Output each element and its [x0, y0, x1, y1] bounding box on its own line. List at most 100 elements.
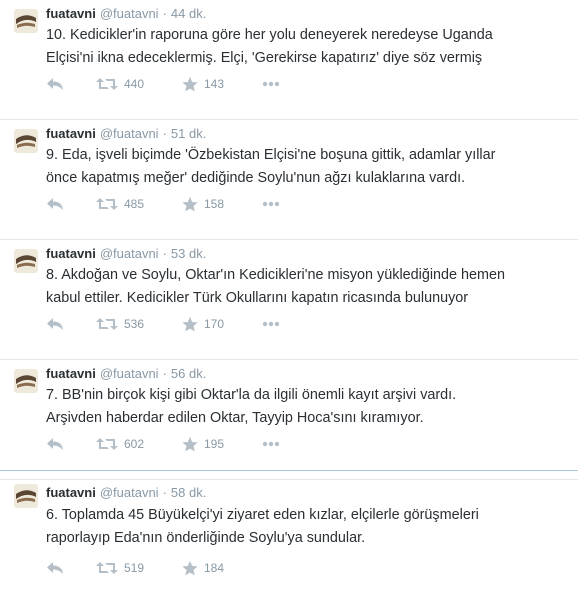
user-fullname[interactable]: fuatavni [46, 126, 96, 141]
reply-button[interactable] [46, 194, 64, 214]
reply-button[interactable] [46, 74, 64, 94]
retweet-count: 536 [124, 317, 145, 331]
tweet-text-line: 8. Akdoğan ve Soylu, Oktar'ın Kedicikler… [46, 267, 506, 283]
reply-icon [46, 437, 64, 451]
tweet-text: 8. Akdoğan ve Soylu, Oktar'ın Kedicikler… [46, 264, 566, 309]
tweet-actions: 519 184 [46, 558, 306, 578]
reply-button[interactable] [46, 558, 64, 578]
avatar[interactable] [14, 129, 38, 153]
more-button[interactable] [262, 194, 280, 214]
tweet-text-line: 9. Eda, işveli biçimde 'Özbekistan Elçis… [46, 147, 496, 163]
retweet-icon [96, 317, 118, 331]
retweet-count: 519 [124, 561, 145, 575]
tweet[interactable]: fuatavni @fuatavni · 51 dk. 9. Eda, işveli … [0, 120, 578, 240]
more-icon [262, 201, 280, 207]
reply-icon [46, 317, 64, 331]
timestamp[interactable]: 51 dk. [171, 126, 206, 141]
tweet[interactable]: fuatavni @fuatavni · 44 dk. 10. Kedicikler'… [0, 0, 578, 120]
timestamp[interactable]: 56 dk. [171, 366, 206, 381]
tweet-actions: 485 158 [46, 194, 306, 214]
more-icon [262, 81, 280, 87]
retweet-button[interactable]: 602 [96, 434, 144, 454]
favorite-count: 158 [204, 197, 225, 211]
separator: · [162, 126, 167, 141]
avatar[interactable] [14, 484, 38, 508]
reply-button[interactable] [46, 434, 64, 454]
tweet-header: fuatavni @fuatavni · 51 dk. [46, 126, 206, 142]
favorite-count: 184 [204, 561, 225, 575]
user-fullname[interactable]: fuatavni [46, 6, 96, 21]
tweet-header: fuatavni @fuatavni · 56 dk. [46, 366, 206, 382]
more-button[interactable] [262, 434, 280, 454]
favorite-count: 143 [204, 77, 225, 91]
favorite-count: 170 [204, 317, 225, 331]
retweet-button[interactable]: 485 [96, 194, 144, 214]
star-icon [182, 76, 198, 92]
favorite-button[interactable]: 158 [182, 194, 224, 214]
tweet-text: 7. BB'nin birçok kişi gibi Oktar'la da i… [46, 384, 566, 429]
reply-button[interactable] [46, 314, 64, 334]
tweet-text: 6. Toplamda 45 Büyükelçi'yi ziyaret eden… [46, 504, 566, 549]
tweet-text-line: Arşivden haberdar edilen Oktar, Tayyip H… [46, 409, 424, 426]
user-fullname[interactable]: fuatavni [46, 366, 96, 381]
more-button[interactable] [262, 74, 280, 94]
user-screen-name[interactable]: @fuatavni [100, 246, 159, 261]
avatar[interactable] [14, 249, 38, 273]
tweet-header: fuatavni @fuatavni · 58 dk. [46, 485, 206, 501]
favorite-count: 195 [204, 437, 225, 451]
retweet-icon [96, 197, 118, 211]
retweet-button[interactable]: 440 [96, 74, 144, 94]
separator: · [162, 246, 167, 261]
more-button[interactable] [262, 314, 280, 334]
tweet-actions: 536 170 [46, 314, 306, 334]
avatar[interactable] [14, 9, 38, 33]
retweet-count: 602 [124, 437, 145, 451]
favorite-button[interactable]: 143 [182, 74, 224, 94]
user-fullname[interactable]: fuatavni [46, 485, 96, 500]
more-icon [262, 441, 280, 447]
tweet-text-line: 7. BB'nin birçok kişi gibi Oktar'la da i… [46, 387, 457, 403]
user-screen-name[interactable]: @fuatavni [100, 126, 159, 141]
retweet-button[interactable]: 536 [96, 314, 144, 334]
tweet[interactable]: fuatavni @fuatavni · 53 dk. 8. Akdoğan ve S… [0, 240, 578, 360]
retweet-icon [96, 77, 118, 91]
separator: · [162, 366, 167, 381]
user-fullname[interactable]: fuatavni [46, 246, 96, 261]
tweet-text-line: raporlayıp Eda'nın önderliğinde Soylu'ya… [46, 529, 366, 546]
avatar[interactable] [14, 369, 38, 393]
separator: · [162, 6, 167, 21]
retweet-button[interactable]: 519 [96, 558, 144, 578]
star-icon [182, 436, 198, 452]
tweet-header: fuatavni @fuatavni · 53 dk. [46, 246, 206, 262]
tweet-text: 10. Kedicikler'in raporuna göre her yolu… [46, 24, 566, 69]
retweet-icon [96, 561, 118, 575]
retweet-count: 485 [124, 197, 145, 211]
timestamp[interactable]: 44 dk. [171, 6, 206, 21]
timestamp[interactable]: 58 dk. [171, 485, 206, 500]
user-screen-name[interactable]: @fuatavni [100, 485, 159, 500]
favorite-button[interactable]: 195 [182, 434, 224, 454]
favorite-button[interactable]: 184 [182, 558, 224, 578]
tweet-text-line: önce kapatmış meğer' dediğinde Soylu'nun… [46, 169, 466, 186]
tweet-header: fuatavni @fuatavni · 44 dk. [46, 6, 206, 22]
retweet-icon [96, 437, 118, 451]
tweet-text-line: 10. Kedicikler'in raporuna göre her yolu… [46, 27, 493, 43]
retweet-count: 440 [124, 77, 145, 91]
tweet[interactable]: fuatavni @fuatavni · 56 dk. 7. BB'nin birço… [0, 360, 578, 480]
star-icon [182, 196, 198, 212]
reply-icon [46, 561, 64, 575]
tweet-text-line: Elçisi'ni ikna edeceklermiş. Elçi, 'Gere… [46, 49, 483, 66]
star-icon [182, 316, 198, 332]
separator: · [162, 485, 167, 500]
favorite-button[interactable]: 170 [182, 314, 224, 334]
tweet-actions: 602 195 [46, 434, 306, 454]
user-screen-name[interactable]: @fuatavni [100, 6, 159, 21]
tweet-text-line: kabul ettiler. Kedicikler Türk Okulların… [46, 289, 469, 306]
user-screen-name[interactable]: @fuatavni [100, 366, 159, 381]
timestamp[interactable]: 53 dk. [171, 246, 206, 261]
star-icon [182, 560, 198, 576]
tweet[interactable]: fuatavni @fuatavni · 58 dk. 6. Toplamda 45 … [0, 470, 578, 590]
tweet-text-line: 6. Toplamda 45 Büyükelçi'yi ziyaret eden… [46, 507, 479, 523]
reply-icon [46, 77, 64, 91]
tweet-actions: 440 143 [46, 74, 306, 94]
